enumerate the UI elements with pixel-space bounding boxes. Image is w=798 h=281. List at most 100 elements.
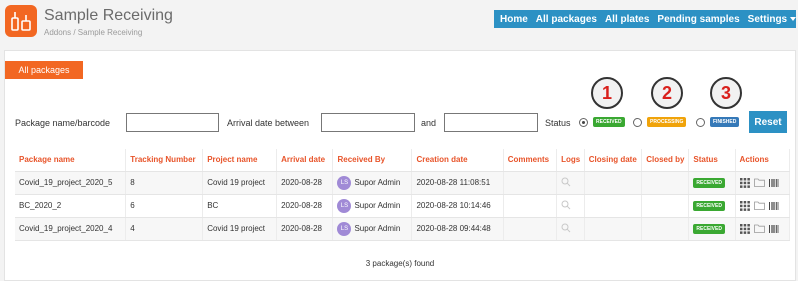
cell-package-name: Covid_19_project_2020_4: [15, 217, 127, 241]
cell-arrival-date: 2020-08-28: [276, 171, 334, 195]
barcode-icon[interactable]: [768, 178, 779, 188]
col-closing-date[interactable]: Closing date: [584, 149, 643, 172]
col-project-name[interactable]: Project name: [202, 149, 278, 172]
cell-tracking-number: 6: [125, 194, 204, 218]
nav-all-packages[interactable]: All packages: [536, 14, 597, 25]
folder-icon[interactable]: [753, 224, 765, 233]
app-title: Sample Receiving: [44, 7, 173, 24]
package-filter-label: Package name/barcode: [15, 118, 111, 128]
cell-comments: [503, 171, 558, 195]
cell-creation-date: 2020-08-28 10:14:46: [411, 194, 504, 218]
folder-icon[interactable]: [753, 201, 765, 210]
cell-closing-date: [584, 171, 643, 195]
cell-logs: [556, 217, 585, 241]
cell-status: RECEIVED: [688, 194, 736, 218]
cell-closing-date: [584, 194, 643, 218]
cell-closing-date: [584, 217, 643, 241]
received-by-name: Supor Admin: [354, 200, 401, 210]
status-badge-received: RECEIVED: [593, 117, 625, 127]
status-badge: RECEIVED: [693, 201, 725, 211]
result-count: 3 package(s) found: [365, 259, 435, 268]
and-label: and: [421, 118, 437, 128]
cell-logs: [556, 194, 585, 218]
caret-down-icon: [790, 16, 797, 21]
col-arrival-date[interactable]: Arrival date: [276, 149, 334, 172]
annotation-marker-2: 2: [651, 77, 683, 109]
cell-arrival-date: 2020-08-28: [276, 217, 334, 241]
barcode-icon[interactable]: [768, 201, 779, 211]
cell-status: RECEIVED: [688, 171, 736, 195]
cell-project-name: Covid 19 project: [202, 217, 278, 241]
nav-home[interactable]: Home: [500, 14, 528, 25]
status-badge-finished: FINISHED: [710, 117, 740, 127]
status-badge: RECEIVED: [693, 178, 725, 188]
cell-actions: [735, 217, 791, 241]
table-row: Covid_19_project_2020_4 4 Covid 19 proje…: [15, 217, 791, 241]
cell-closed-by: [641, 171, 690, 195]
nav-pending-samples[interactable]: Pending samples: [657, 14, 739, 25]
main-panel: All packages 1 2 3 Package name/barcode …: [4, 50, 796, 281]
status-badge: RECEIVED: [693, 224, 725, 234]
annotation-marker-1: 1: [591, 77, 623, 109]
cell-tracking-number: 4: [125, 217, 204, 241]
grid-icon[interactable]: [739, 200, 750, 211]
cell-actions: [735, 171, 791, 195]
col-received-by[interactable]: Received By: [332, 149, 413, 172]
arrival-from-input[interactable]: [321, 113, 415, 132]
cell-logs: [556, 171, 585, 195]
cell-received-by: LS Supor Admin: [332, 217, 413, 241]
col-status[interactable]: Status: [688, 149, 736, 172]
package-filter-input[interactable]: [126, 113, 219, 132]
col-comments[interactable]: Comments: [503, 149, 558, 172]
nav-settings[interactable]: Settings: [747, 13, 797, 25]
cell-closed-by: [641, 194, 690, 218]
col-actions: Actions: [735, 149, 791, 172]
avatar: LS: [337, 221, 352, 236]
received-by-name: Supor Admin: [354, 177, 401, 187]
status-radio-received[interactable]: [579, 118, 588, 127]
search-icon[interactable]: [561, 223, 571, 233]
search-icon[interactable]: [561, 200, 571, 210]
arrival-filter-label: Arrival date between: [227, 118, 310, 128]
col-logs[interactable]: Logs: [556, 149, 585, 172]
folder-icon[interactable]: [753, 178, 765, 187]
table-header-row: Package name Tracking Number Project nam…: [15, 149, 791, 172]
cell-comments: [503, 217, 558, 241]
status-radio-finished[interactable]: [696, 118, 705, 127]
cell-comments: [503, 194, 558, 218]
arrival-to-input[interactable]: [444, 113, 538, 132]
grid-icon[interactable]: [739, 177, 750, 188]
search-icon[interactable]: [561, 177, 571, 187]
tab-all-packages[interactable]: All packages: [5, 61, 83, 79]
logo-icon[interactable]: [5, 5, 37, 37]
status-badge-processing: PROCESSING: [647, 117, 687, 127]
cell-actions: [735, 194, 791, 218]
barcode-icon[interactable]: [768, 224, 779, 234]
col-tracking-number[interactable]: Tracking Number: [125, 149, 204, 172]
col-package-name[interactable]: Package name: [15, 149, 127, 172]
nav-all-plates[interactable]: All plates: [605, 14, 649, 25]
reset-button[interactable]: Reset: [749, 111, 787, 133]
cell-arrival-date: 2020-08-28: [276, 194, 334, 218]
col-closed-by[interactable]: Closed by: [641, 149, 690, 172]
cell-received-by: LS Supor Admin: [332, 194, 413, 218]
table-row: BC_2020_2 6 BC 2020-08-28 LS Supor Admin …: [15, 194, 791, 218]
cell-tracking-number: 8: [125, 171, 204, 195]
cell-package-name: Covid_19_project_2020_5: [15, 171, 127, 195]
table-row: Covid_19_project_2020_5 8 Covid 19 proje…: [15, 171, 791, 195]
nav-settings-label: Settings: [747, 13, 788, 25]
cell-received-by: LS Supor Admin: [332, 171, 413, 195]
cell-creation-date: 2020-08-28 11:08:51: [411, 171, 504, 195]
avatar: LS: [337, 175, 352, 190]
received-by-name: Supor Admin: [354, 223, 401, 233]
grid-icon[interactable]: [739, 223, 750, 234]
annotation-marker-3: 3: [710, 77, 742, 109]
status-radio-processing[interactable]: [633, 118, 642, 127]
cell-package-name: BC_2020_2: [15, 194, 127, 218]
cell-project-name: BC: [202, 194, 278, 218]
col-creation-date[interactable]: Creation date: [411, 149, 504, 172]
avatar: LS: [337, 198, 352, 213]
packages-table: Package name Tracking Number Project nam…: [15, 149, 791, 241]
cell-creation-date: 2020-08-28 09:44:48: [411, 217, 504, 241]
cell-closed-by: [641, 217, 690, 241]
